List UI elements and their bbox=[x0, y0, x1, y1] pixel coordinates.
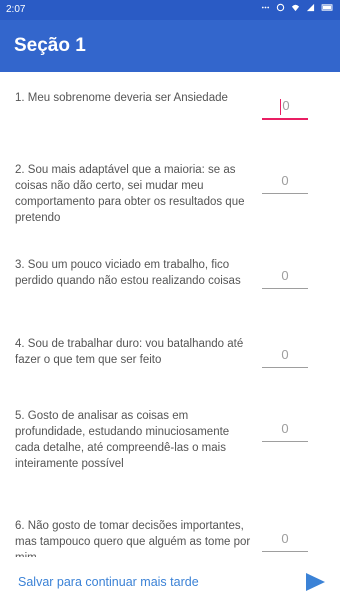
bottom-bar: Salvar para continuar mais tarde bbox=[0, 557, 340, 606]
question-2-text: 2. Sou mais adaptável que a maioria: se … bbox=[15, 164, 245, 224]
page-title: Seção 1 bbox=[14, 35, 86, 56]
status-icons bbox=[261, 3, 334, 12]
alarm-icon bbox=[276, 3, 285, 12]
wifi-icon bbox=[291, 4, 300, 12]
question-3-input[interactable]: 0 bbox=[262, 266, 308, 289]
question-1-value: 0 bbox=[282, 98, 290, 113]
question-5-text: 5. Gosto de analisar as coisas em profun… bbox=[15, 410, 230, 470]
question-6-text: 6. Não gosto de tomar decisões important… bbox=[15, 520, 251, 557]
app-bar: Seção 1 bbox=[0, 20, 340, 72]
question-3-text: 3. Sou um pouco viciado em trabalho, fic… bbox=[15, 259, 241, 287]
question-6-value: 0 bbox=[281, 531, 289, 546]
dots-icon bbox=[261, 6, 270, 9]
question-4-text: 4. Sou de trabalhar duro: vou batalhando… bbox=[15, 338, 244, 366]
question-list[interactable]: 1. Meu sobrenome deveria ser Ansiedade 0… bbox=[0, 72, 340, 557]
question-1-text: 1. Meu sobrenome deveria ser Ansiedade bbox=[15, 92, 228, 104]
question-2-value: 0 bbox=[281, 173, 289, 188]
question-3-value: 0 bbox=[281, 268, 289, 283]
question-2-input[interactable]: 0 bbox=[262, 171, 308, 194]
question-5-value: 0 bbox=[281, 421, 289, 436]
status-time: 2:07 bbox=[6, 4, 26, 15]
question-4-input[interactable]: 0 bbox=[262, 345, 308, 368]
question-1-input[interactable]: 0 bbox=[262, 96, 308, 120]
status-bar: 2:07 bbox=[0, 0, 340, 20]
send-icon[interactable] bbox=[304, 571, 326, 593]
question-5-input[interactable]: 0 bbox=[262, 419, 308, 442]
battery-icon bbox=[321, 4, 333, 11]
question-4-value: 0 bbox=[281, 347, 289, 362]
signal-icon bbox=[306, 3, 315, 12]
question-6-input[interactable]: 0 bbox=[262, 529, 308, 552]
save-later-link[interactable]: Salvar para continuar mais tarde bbox=[18, 575, 199, 589]
